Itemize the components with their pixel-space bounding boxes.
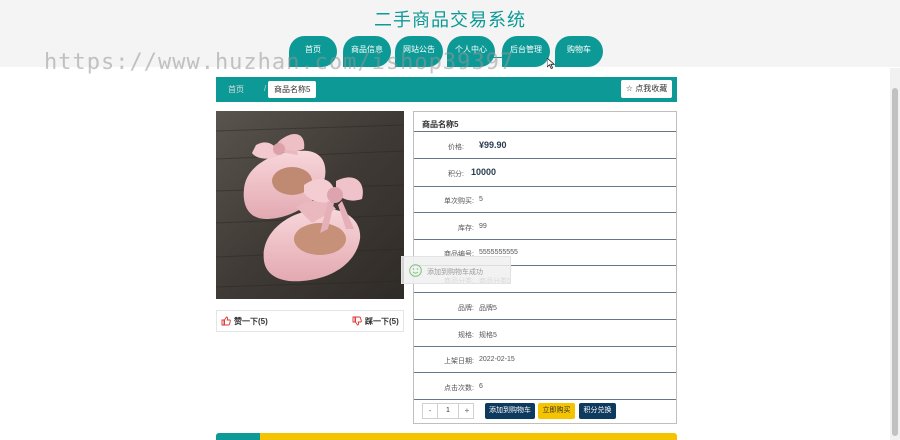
redeem-points-button[interactable]: 积分兑换	[579, 403, 616, 419]
quantity-increase-button[interactable]: +	[460, 404, 474, 418]
scrollbar-thumb[interactable]	[892, 88, 898, 436]
row-divider	[414, 158, 676, 159]
field-label-stock: 库存:	[458, 225, 474, 232]
field-label-clicks: 点击次数:	[444, 385, 474, 392]
add-to-cart-button[interactable]: 添加到购物车	[485, 403, 535, 419]
section-header-bar	[216, 433, 677, 440]
field-value-clicks: 6	[479, 383, 483, 390]
buy-now-button[interactable]: 立即购买	[538, 403, 575, 419]
mouse-cursor-icon	[547, 58, 555, 69]
row-divider	[414, 212, 676, 213]
field-label-price: 价格:	[448, 144, 464, 151]
toast-notification: 添加到购物车成功	[401, 256, 511, 284]
dislike-count-label: 踩一下(5)	[365, 317, 399, 326]
field-label-listing-date: 上架日期:	[444, 358, 474, 365]
field-value-spec: 规格5	[479, 332, 497, 339]
quantity-decrease-button[interactable]: -	[423, 404, 437, 418]
field-value-purchase-limit: 5	[479, 196, 483, 203]
field-label-purchase-limit: 单次购买:	[444, 198, 474, 205]
field-value-points: 10000	[471, 167, 497, 177]
row-divider	[414, 346, 676, 347]
field-label-brand: 品牌:	[458, 305, 474, 312]
toast-message: 添加到购物车成功	[427, 269, 483, 276]
thumbs-down-icon	[352, 316, 362, 326]
section-header-accent	[216, 433, 260, 440]
field-label-spec: 规格:	[458, 332, 474, 339]
row-divider	[414, 292, 676, 293]
field-value-listing-date: 2022-02-15	[479, 356, 515, 363]
like-button[interactable]: 赞一下(5)	[221, 316, 268, 327]
smile-icon	[409, 264, 422, 277]
shoe-photo-illustration	[216, 111, 404, 299]
breadcrumb-home-link[interactable]: 首页	[228, 84, 244, 95]
quantity-input[interactable]: 1	[437, 404, 459, 418]
row-divider	[414, 131, 676, 132]
page-scrollbar[interactable]	[890, 68, 900, 440]
nav-item-cart[interactable]: 购物车	[555, 36, 603, 67]
like-count-label: 赞一下(5)	[234, 317, 268, 326]
favorite-button[interactable]: ☆ 点我收藏	[621, 80, 672, 98]
field-value-product-number: 5555555555	[479, 249, 518, 256]
row-divider	[414, 186, 676, 187]
product-name: 商品名称5	[422, 120, 459, 129]
site-title: 二手商品交易系统	[374, 10, 526, 30]
breadcrumb-current: 商品名称5	[268, 81, 317, 98]
field-value-price: ¥99.90	[479, 140, 507, 150]
field-label-points: 积分:	[448, 171, 464, 178]
field-value-brand: 品牌5	[479, 305, 497, 312]
product-image	[216, 111, 404, 299]
row-divider	[414, 372, 676, 373]
dislike-button[interactable]: 踩一下(5)	[352, 316, 399, 327]
row-divider	[414, 399, 676, 400]
breadcrumb-separator: /	[264, 84, 267, 93]
row-divider	[414, 239, 676, 240]
vote-panel: 赞一下(5) 踩一下(5)	[216, 310, 404, 332]
watermark: https://www.huzhan.com/ishop39397	[44, 50, 515, 75]
quantity-stepper: - 1 +	[422, 403, 474, 419]
row-divider	[414, 319, 676, 320]
field-value-stock: 99	[479, 223, 487, 230]
thumbs-up-icon	[221, 316, 231, 326]
